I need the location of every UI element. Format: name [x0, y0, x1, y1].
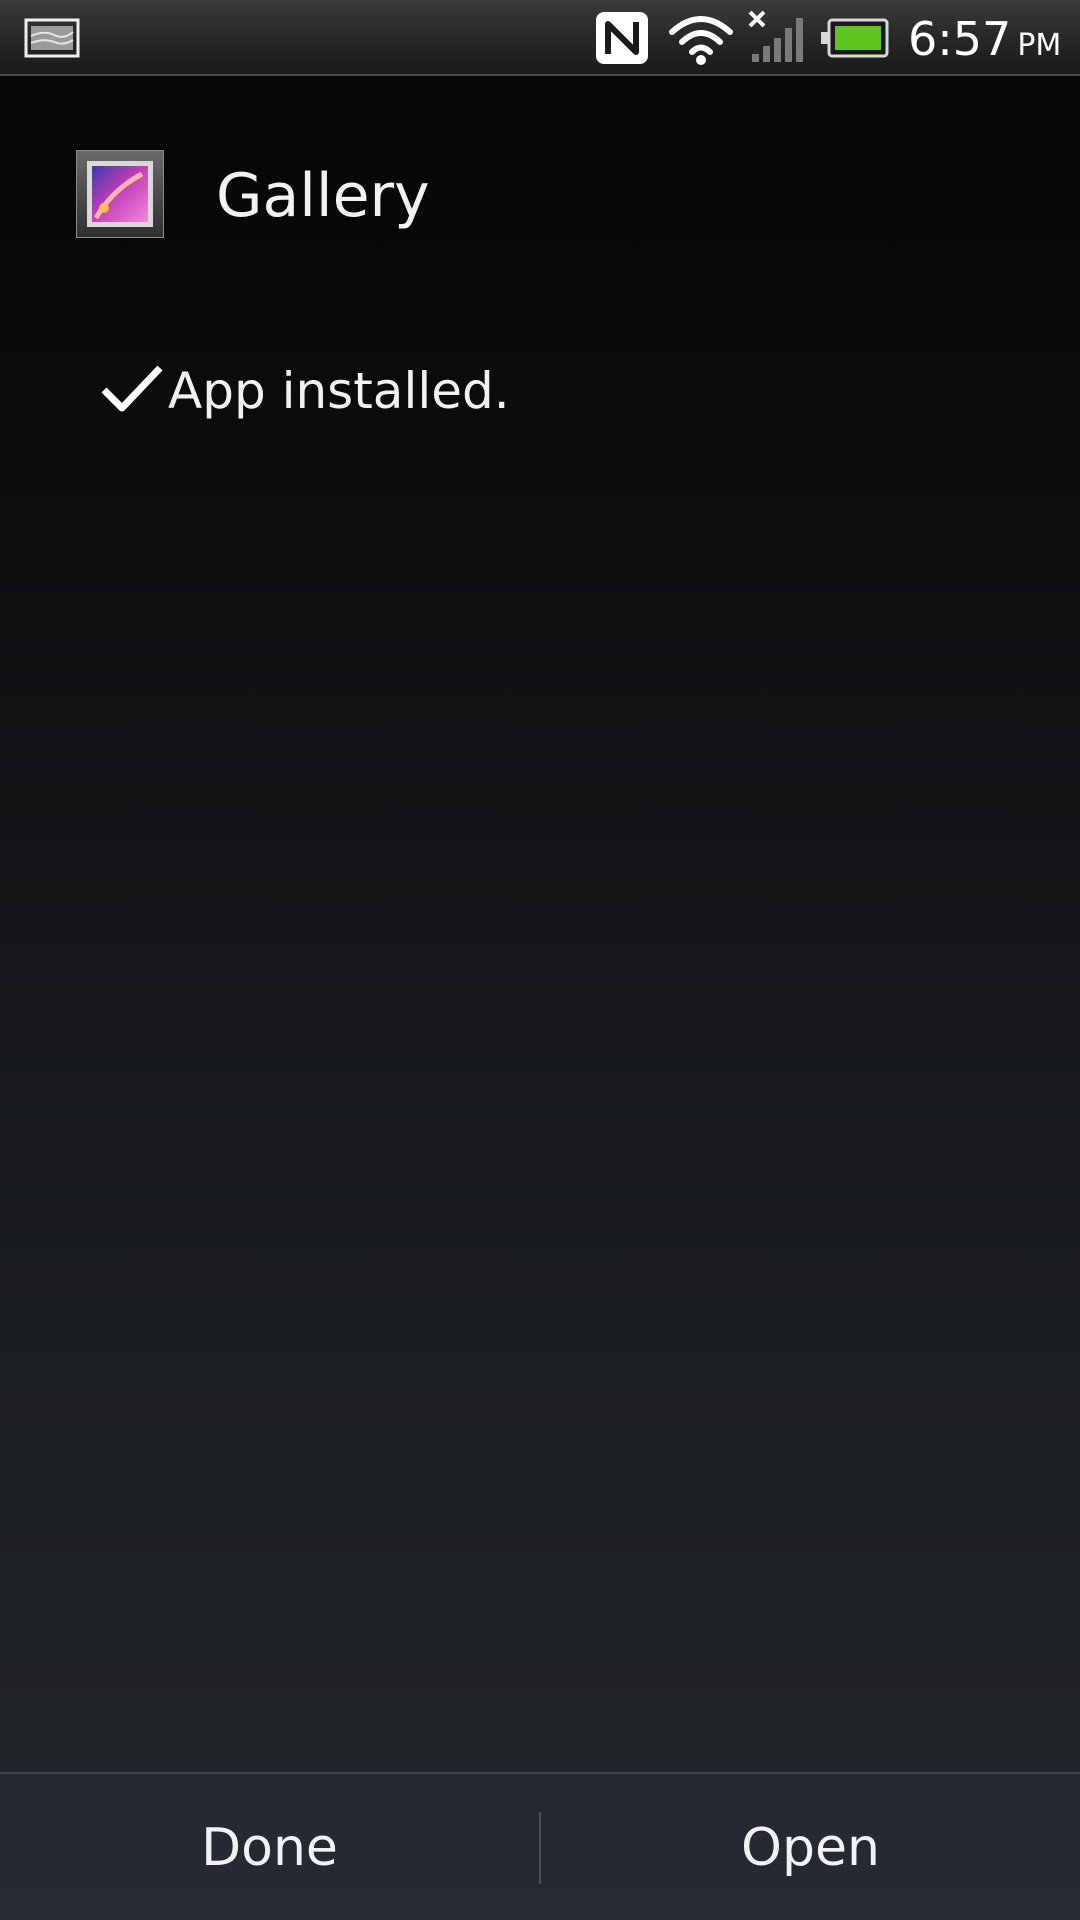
- install-complete-screen: 6:57 PM Gallery App installed. Done Open: [0, 0, 1080, 1920]
- gallery-notification-icon: [24, 18, 80, 58]
- install-status-message: App installed.: [168, 362, 510, 420]
- app-title: Gallery: [216, 161, 430, 231]
- checkmark-icon: [101, 365, 163, 412]
- cell-signal-icon: [748, 10, 803, 62]
- gallery-app-icon: [76, 150, 164, 238]
- status-bar: 6:57 PM: [0, 0, 1080, 76]
- clock-time: 6:57: [908, 12, 1012, 66]
- wifi-icon: [669, 16, 733, 65]
- button-bar: Done Open: [0, 1772, 1080, 1920]
- open-button[interactable]: Open: [541, 1774, 1080, 1920]
- clock-ampm: PM: [1017, 28, 1062, 63]
- status-clock: 6:57 PM: [908, 8, 1061, 77]
- nfc-icon: [596, 12, 648, 64]
- done-button[interactable]: Done: [0, 1774, 539, 1920]
- battery-icon: [821, 18, 889, 58]
